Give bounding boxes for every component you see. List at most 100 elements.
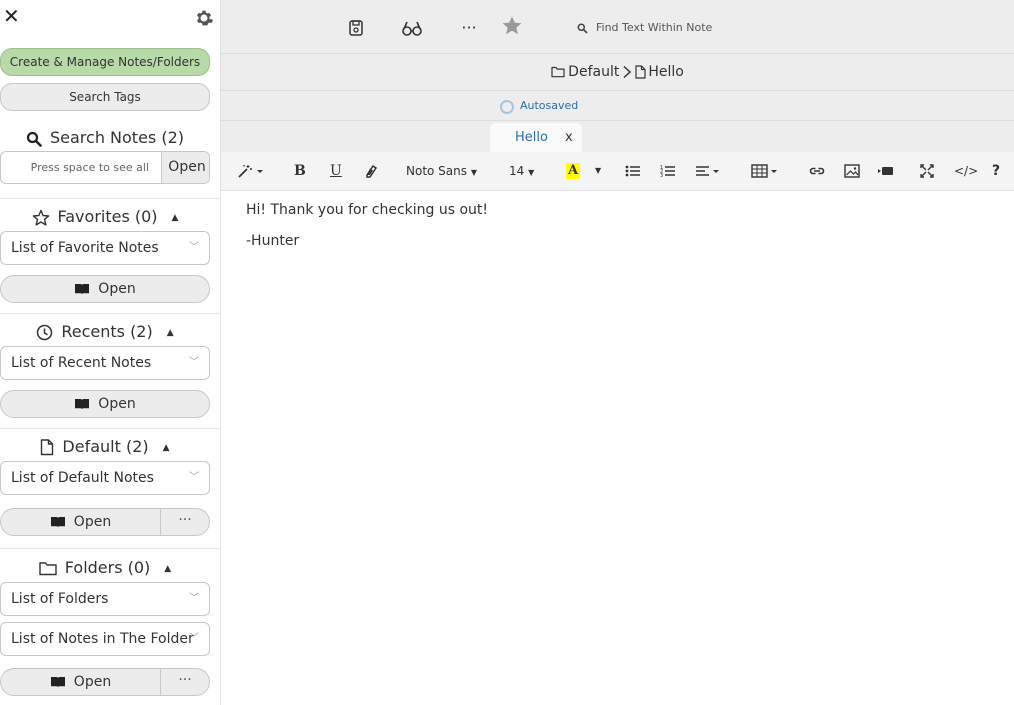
note-editor[interactable]: Hi! Thank you for checking us out! -Hunt…	[246, 200, 488, 262]
search-notes-title: Search Notes (2)	[49, 128, 184, 147]
fullscreen-icon[interactable]	[920, 162, 934, 180]
favorites-select[interactable]: List of Favorite Notes ﹀	[0, 231, 210, 265]
magic-wand-icon[interactable]	[236, 162, 264, 180]
save-icon[interactable]	[345, 17, 367, 39]
chevron-down-icon: ﹀	[189, 593, 199, 604]
divider	[0, 548, 220, 549]
recents-title: Recents (2)	[61, 322, 153, 341]
file-icon	[41, 439, 54, 456]
star-icon[interactable]	[501, 15, 523, 37]
autosave-status-icon	[500, 100, 514, 114]
chevron-down-icon: ﹀	[189, 357, 199, 368]
table-icon[interactable]	[751, 162, 779, 180]
sidebar: ✕ Create & Manage Notes/Folders Search T…	[0, 0, 221, 705]
search-icon	[577, 23, 588, 34]
folders-select[interactable]: List of Folders ﹀	[0, 582, 210, 616]
breadcrumb-note: Hello	[648, 64, 684, 80]
recents-open-button[interactable]: Open	[0, 390, 210, 418]
folders-open-label: Open	[73, 674, 112, 690]
folder-icon	[39, 562, 57, 576]
collapse-caret-icon[interactable]: ▲	[164, 564, 171, 574]
recents-select[interactable]: List of Recent Notes ﹀	[0, 346, 210, 380]
folders-more-button[interactable]: ···	[161, 669, 209, 695]
collapse-caret-icon[interactable]: ▲	[167, 328, 174, 338]
favorites-open-button[interactable]: Open	[0, 275, 210, 303]
breadcrumb-folder[interactable]: Default	[568, 64, 619, 80]
folder-notes-select[interactable]: List of Notes in The Folder ﹀	[0, 622, 210, 656]
caret-down-icon: ▼	[528, 168, 535, 177]
help-button[interactable]: ?	[992, 162, 1000, 180]
chevron-down-icon: ﹀	[189, 242, 199, 253]
note-line: Hi! Thank you for checking us out!	[246, 202, 489, 218]
favorites-title: Favorites (0)	[57, 207, 158, 226]
collapse-caret-icon[interactable]: ▲	[163, 443, 170, 453]
gear-icon[interactable]	[194, 8, 214, 28]
recents-open-label: Open	[98, 396, 136, 412]
link-icon[interactable]	[808, 162, 826, 180]
reading-glasses-icon[interactable]	[401, 17, 423, 39]
close-icon[interactable]: ✕	[3, 4, 20, 28]
folders-title: Folders (0)	[64, 558, 151, 577]
book-icon	[75, 284, 90, 294]
book-icon	[50, 517, 65, 527]
default-select[interactable]: List of Default Notes ﹀	[0, 461, 210, 495]
default-open-label: Open	[73, 514, 112, 530]
eraser-icon[interactable]	[364, 162, 378, 180]
folders-open-button[interactable]: Open	[1, 669, 161, 695]
chevron-right-icon	[623, 65, 632, 79]
bullet-list-icon[interactable]	[625, 162, 641, 180]
image-icon[interactable]	[844, 162, 860, 180]
book-icon	[75, 399, 90, 409]
folders-select-value: List of Folders	[11, 591, 109, 607]
default-open-group: Open ···	[0, 508, 210, 536]
font-size-value: 14	[509, 164, 525, 178]
default-more-button[interactable]: ···	[161, 509, 209, 535]
book-icon	[50, 677, 65, 687]
default-open-button[interactable]: Open	[1, 509, 161, 535]
breadcrumb: Default Hello	[221, 54, 1014, 91]
file-icon	[635, 65, 646, 79]
search-notes-header: Search Notes (2)	[0, 126, 210, 150]
search-tags-button[interactable]: Search Tags	[0, 83, 210, 111]
video-icon[interactable]	[878, 162, 894, 180]
divider	[0, 313, 220, 314]
collapse-caret-icon[interactable]: ▲	[172, 213, 179, 223]
recents-header[interactable]: Recents (2) ▲	[0, 320, 210, 344]
font-size-select[interactable]: 14 ▼	[509, 162, 534, 180]
find-text-input[interactable]: Find Text Within Note	[577, 21, 712, 34]
chevron-down-icon: ﹀	[189, 472, 199, 483]
create-manage-button[interactable]: Create & Manage Notes/Folders	[0, 48, 210, 76]
search-notes-open-button[interactable]: Open	[161, 152, 209, 183]
align-icon[interactable]	[695, 162, 721, 180]
favorites-open-label: Open	[98, 281, 136, 297]
code-view-button[interactable]: </>	[954, 162, 978, 180]
recents-select-value: List of Recent Notes	[11, 355, 152, 371]
more-options-button[interactable]: ···	[458, 17, 480, 39]
highlight-dropdown-caret-icon[interactable]: ▼	[595, 162, 601, 180]
status-bar: Autosaved	[221, 91, 1014, 121]
font-family-select[interactable]: Noto Sans ▼	[406, 162, 477, 180]
highlight-color-button[interactable]: A	[566, 163, 580, 179]
find-text-placeholder: Find Text Within Note	[596, 21, 713, 34]
editor-toolbar: B U Noto Sans ▼ 14 ▼ A ▼ 123 </> ?	[221, 152, 1014, 191]
numbered-list-icon[interactable]: 123	[660, 162, 676, 180]
favorites-header[interactable]: Favorites (0) ▲	[0, 205, 210, 229]
default-title: Default (2)	[62, 437, 149, 456]
divider	[0, 428, 220, 429]
chevron-down-icon: ﹀	[189, 633, 199, 644]
bold-button[interactable]: B	[294, 162, 306, 180]
favorites-select-value: List of Favorite Notes	[11, 240, 159, 256]
tab-bar: Hello x	[221, 121, 1014, 152]
folders-header[interactable]: Folders (0) ▲	[0, 556, 210, 580]
underline-button[interactable]: U	[330, 162, 342, 180]
tab-hello[interactable]: Hello x	[490, 123, 582, 152]
star-outline-icon	[32, 209, 49, 226]
main-area: ··· Find Text Within Note Default Hello A…	[221, 0, 1014, 705]
sidebar-header: ✕	[0, 0, 220, 36]
tab-close-button[interactable]: x	[565, 130, 573, 145]
tab-label: Hello	[515, 130, 548, 145]
default-header[interactable]: Default (2) ▲	[0, 435, 210, 459]
note-line: -Hunter	[246, 233, 300, 249]
folder-notes-select-value: List of Notes in The Folder	[11, 631, 194, 647]
search-notes-input[interactable]: Press space to see all	[1, 152, 161, 183]
